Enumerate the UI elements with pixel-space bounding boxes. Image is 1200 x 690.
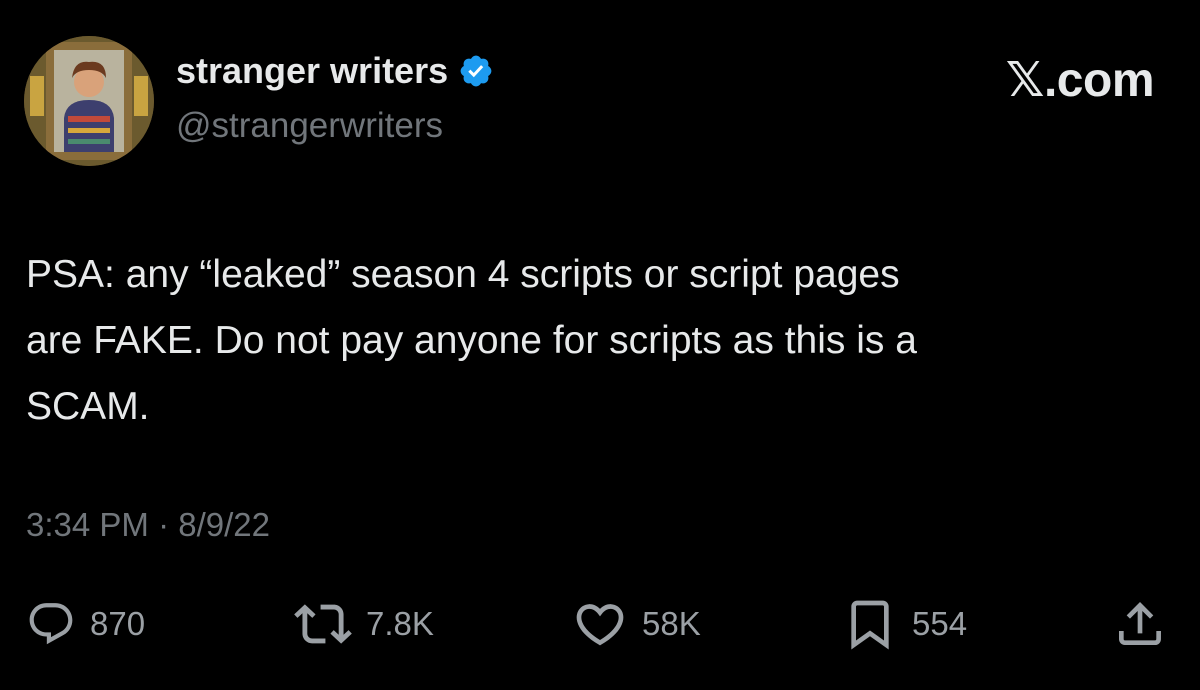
share-icon [1119, 602, 1161, 645]
author-handle[interactable]: @strangerwriters [176, 106, 443, 146]
bookmark-count: 554 [912, 605, 968, 642]
repost-button[interactable]: 7.8K [294, 594, 434, 654]
tweet-text: PSA: any “leaked” season 4 scripts or sc… [26, 253, 917, 428]
like-button[interactable]: 58K [572, 594, 701, 654]
x-brand-logo: 𝕏.com [1005, 54, 1155, 107]
tweet-actions-bar: 870 7.8K 58K 554 [0, 594, 1200, 654]
reply-icon [29, 603, 73, 645]
author-avatar[interactable] [24, 36, 154, 166]
like-icon [576, 604, 624, 646]
like-count: 58K [642, 605, 701, 642]
tweet-card: stranger writers @strangerwriters 𝕏.com … [0, 0, 1200, 690]
share-button[interactable] [1112, 594, 1168, 654]
bookmark-button[interactable]: 554 [842, 594, 967, 654]
repost-icon [294, 604, 352, 644]
bookmark-icon [851, 600, 889, 650]
portrait-avatar-icon [24, 36, 154, 166]
author-display-name[interactable]: stranger writers [176, 50, 494, 92]
repost-count: 7.8K [366, 605, 434, 642]
reply-count: 870 [90, 605, 146, 642]
reply-button[interactable]: 870 [26, 594, 145, 654]
verified-badge-icon [458, 53, 494, 89]
author-display-name-text: stranger writers [176, 50, 449, 91]
tweet-timestamp[interactable]: 3:34 PM · 8/9/22 [26, 506, 270, 544]
